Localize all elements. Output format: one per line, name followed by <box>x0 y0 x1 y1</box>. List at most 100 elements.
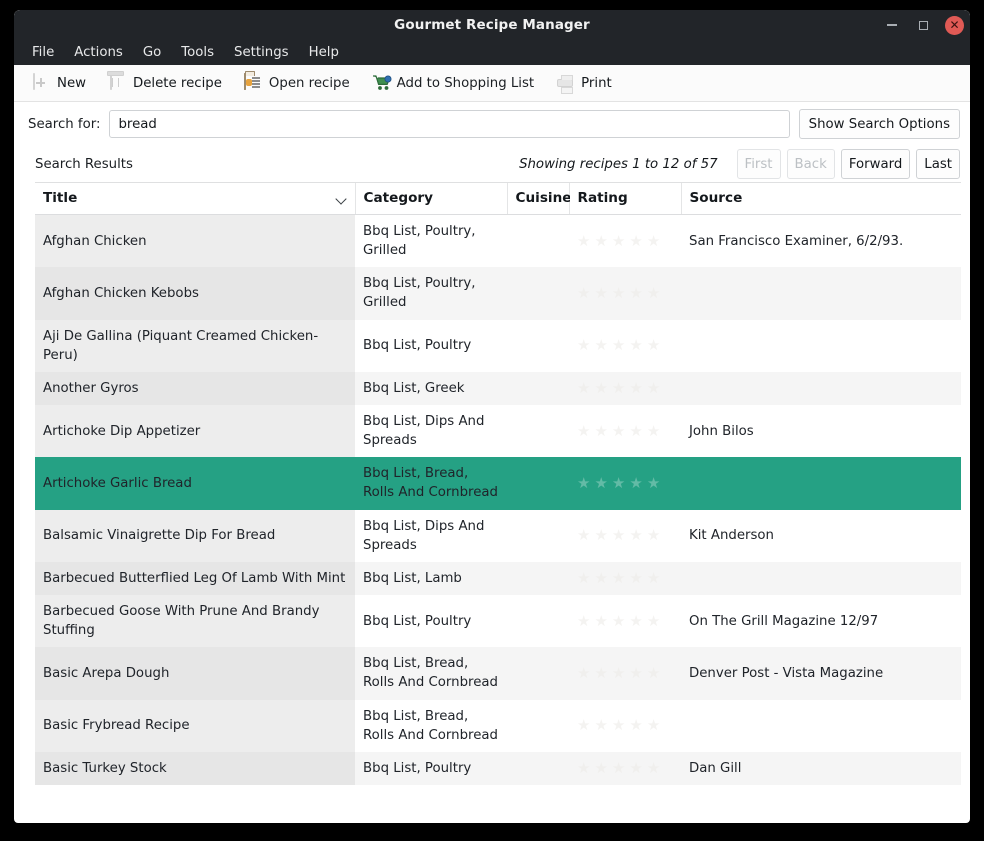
table-row[interactable]: Another Gyros Bbq List, Greek ★ ★ ★ ★ ★ <box>35 371 961 405</box>
star-icon[interactable]: ★ <box>647 338 660 353</box>
open-recipe-button[interactable]: Open recipe <box>240 71 354 95</box>
table-row[interactable]: Barbecued Butterflied Leg Of Lamb With M… <box>35 561 961 595</box>
star-icon[interactable]: ★ <box>629 475 642 491</box>
star-icon[interactable]: ★ <box>612 718 625 733</box>
star-icon[interactable]: ★ <box>594 718 607 733</box>
star-icon[interactable]: ★ <box>577 528 590 543</box>
menu-item-file[interactable]: File <box>23 42 63 64</box>
pagination-last-button[interactable]: Last <box>916 149 960 179</box>
star-icon[interactable]: ★ <box>577 570 590 586</box>
pagination-first-button[interactable]: First <box>736 149 781 179</box>
table-row[interactable]: Afghan Chicken Bbq List, Poultry, Grilled… <box>35 214 961 268</box>
star-icon[interactable]: ★ <box>629 528 642 543</box>
star-icon[interactable]: ★ <box>594 380 607 396</box>
pagination-back-button[interactable]: Back <box>786 149 835 179</box>
rating-stars[interactable]: ★ ★ ★ ★ ★ <box>577 338 673 353</box>
cell-rating[interactable]: ★ ★ ★ ★ ★ <box>569 267 681 320</box>
star-icon[interactable]: ★ <box>612 380 625 396</box>
chevron-down-icon[interactable] <box>336 193 347 204</box>
column-header-cuisine[interactable]: Cuisine <box>507 183 571 215</box>
star-icon[interactable]: ★ <box>647 665 660 681</box>
star-icon[interactable]: ★ <box>647 380 660 396</box>
rating-stars[interactable]: ★ ★ ★ ★ ★ <box>577 475 673 491</box>
star-icon[interactable]: ★ <box>629 338 642 353</box>
table-row[interactable]: Basic Frybread Recipe Bbq List, Bread, Ro… <box>35 699 961 752</box>
column-header-category[interactable]: Category <box>355 183 508 215</box>
column-header-title[interactable]: Title <box>35 183 356 215</box>
cell-rating[interactable]: ★ ★ ★ ★ ★ <box>569 509 681 562</box>
table-row[interactable]: Balsamic Vinaigrette Dip For Bread Bbq Li… <box>35 509 961 562</box>
star-icon[interactable]: ★ <box>612 665 625 681</box>
star-icon[interactable]: ★ <box>594 528 607 543</box>
cell-rating[interactable]: ★ ★ ★ ★ ★ <box>569 751 681 785</box>
star-icon[interactable]: ★ <box>594 338 607 353</box>
star-icon[interactable]: ★ <box>577 233 590 249</box>
star-icon[interactable]: ★ <box>612 570 625 586</box>
cell-rating[interactable]: ★ ★ ★ ★ ★ <box>569 319 681 372</box>
add-to-shopping-list-button[interactable]: Add to Shopping List <box>368 71 538 95</box>
star-icon[interactable]: ★ <box>647 760 660 776</box>
star-icon[interactable]: ★ <box>594 760 607 776</box>
star-icon[interactable]: ★ <box>612 423 625 439</box>
star-icon[interactable]: ★ <box>612 528 625 543</box>
star-icon[interactable]: ★ <box>647 233 660 249</box>
star-icon[interactable]: ★ <box>612 760 625 776</box>
star-icon[interactable]: ★ <box>612 475 625 491</box>
table-row[interactable]: Afghan Chicken Kebobs Bbq List, Poultry, … <box>35 267 961 320</box>
rating-stars[interactable]: ★ ★ ★ ★ ★ <box>577 528 673 543</box>
star-icon[interactable]: ★ <box>629 380 642 396</box>
star-icon[interactable]: ★ <box>594 570 607 586</box>
star-icon[interactable]: ★ <box>577 613 590 629</box>
rating-stars[interactable]: ★ ★ ★ ★ ★ <box>577 718 673 733</box>
star-icon[interactable]: ★ <box>577 380 590 396</box>
star-icon[interactable]: ★ <box>577 760 590 776</box>
star-icon[interactable]: ★ <box>647 570 660 586</box>
table-row[interactable]: Artichoke Dip Appetizer Bbq List, Dips An… <box>35 404 961 458</box>
rating-stars[interactable]: ★ ★ ★ ★ ★ <box>577 285 673 301</box>
pagination-forward-button[interactable]: Forward <box>840 149 911 179</box>
table-row[interactable]: Barbecued Goose With Prune And Brandy St… <box>35 594 961 648</box>
star-icon[interactable]: ★ <box>594 285 607 301</box>
rating-stars[interactable]: ★ ★ ★ ★ ★ <box>577 760 673 776</box>
table-row[interactable]: Basic Turkey Stock Bbq List, Poultry ★ ★ ★ ★ ★… <box>35 751 961 785</box>
star-icon[interactable]: ★ <box>629 570 642 586</box>
star-icon[interactable]: ★ <box>594 423 607 439</box>
star-icon[interactable]: ★ <box>647 718 660 733</box>
star-icon[interactable]: ★ <box>612 338 625 353</box>
table-row[interactable]: Artichoke Garlic Bread Bbq List, Bread, R… <box>35 457 961 510</box>
star-icon[interactable]: ★ <box>577 718 590 733</box>
star-icon[interactable]: ★ <box>629 760 642 776</box>
star-icon[interactable]: ★ <box>612 233 625 249</box>
star-icon[interactable]: ★ <box>647 613 660 629</box>
star-icon[interactable]: ★ <box>594 233 607 249</box>
rating-stars[interactable]: ★ ★ ★ ★ ★ <box>577 665 673 681</box>
menu-item-go[interactable]: Go <box>134 42 170 64</box>
star-icon[interactable]: ★ <box>647 528 660 543</box>
cell-rating[interactable]: ★ ★ ★ ★ ★ <box>569 594 681 648</box>
table-row[interactable]: Basic Arepa Dough Bbq List, Bread, Rolls … <box>35 647 961 700</box>
cell-rating[interactable]: ★ ★ ★ ★ ★ <box>569 371 681 405</box>
rating-stars[interactable]: ★ ★ ★ ★ ★ <box>577 380 673 396</box>
cell-rating[interactable]: ★ ★ ★ ★ ★ <box>569 457 681 510</box>
star-icon[interactable]: ★ <box>577 475 590 491</box>
star-icon[interactable]: ★ <box>629 665 642 681</box>
rating-stars[interactable]: ★ ★ ★ ★ ★ <box>577 613 673 629</box>
cell-rating[interactable]: ★ ★ ★ ★ ★ <box>569 699 681 752</box>
cell-rating[interactable]: ★ ★ ★ ★ ★ <box>569 647 681 700</box>
close-icon[interactable]: ✕ <box>945 15 964 35</box>
rating-stars[interactable]: ★ ★ ★ ★ ★ <box>577 233 673 249</box>
star-icon[interactable]: ★ <box>594 665 607 681</box>
star-icon[interactable]: ★ <box>577 423 590 439</box>
star-icon[interactable]: ★ <box>629 285 642 301</box>
star-icon[interactable]: ★ <box>647 475 660 491</box>
search-input[interactable] <box>109 110 790 138</box>
column-header-rating[interactable]: Rating <box>569 183 682 215</box>
star-icon[interactable]: ★ <box>647 285 660 301</box>
results-table-container[interactable]: Title Category Cuisine Rating Source Afg… <box>35 182 961 823</box>
star-icon[interactable]: ★ <box>577 338 590 353</box>
column-header-source[interactable]: Source <box>681 183 961 215</box>
minimize-icon[interactable] <box>883 16 901 34</box>
star-icon[interactable]: ★ <box>647 423 660 439</box>
maximize-icon[interactable] <box>914 16 932 34</box>
star-icon[interactable]: ★ <box>594 613 607 629</box>
